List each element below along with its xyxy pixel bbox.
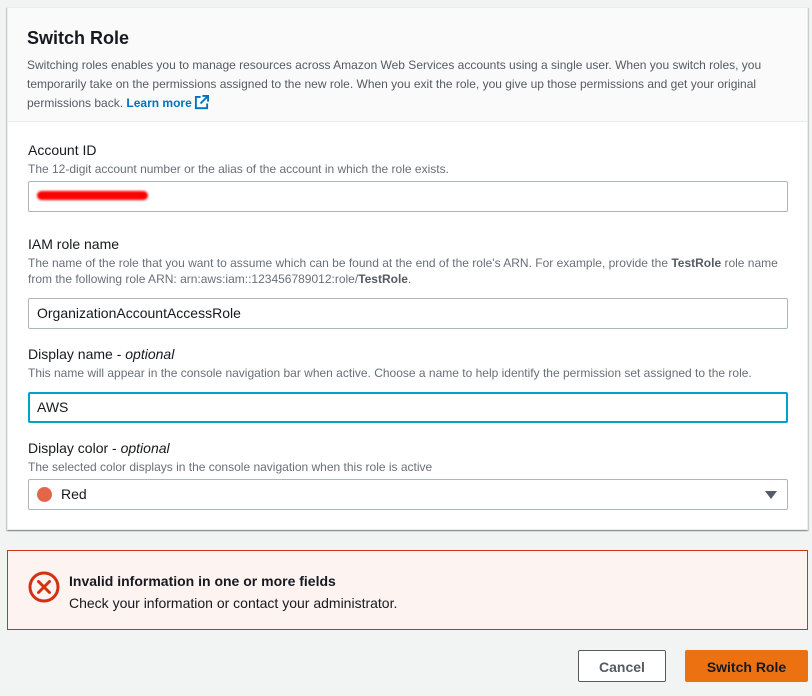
account-id-label: Account ID	[28, 142, 97, 158]
display-color-hint: The selected color displays in the conso…	[28, 460, 433, 474]
page-description: Switching roles enables you to manage re…	[27, 56, 787, 116]
caret-down-icon	[765, 491, 777, 499]
display-color-label: Display color - optional	[28, 439, 788, 457]
role-name-field: IAM role name The name of the role that …	[28, 235, 788, 329]
optional-tag: optional	[125, 346, 175, 362]
display-color-select[interactable]: Red	[28, 479, 788, 510]
display-name-field: Display name - optional This name will a…	[28, 345, 788, 423]
learn-more-label: Learn more	[126, 96, 192, 110]
error-alert: Invalid information in one or more field…	[7, 550, 808, 630]
page-title: Switch Role	[27, 28, 130, 48]
panel-header: Switch Role Switching roles enables you …	[8, 8, 807, 122]
role-name-label: IAM role name	[28, 236, 120, 252]
display-name-hint: This name will appear in the console nav…	[28, 366, 752, 380]
role-name-input[interactable]: OrganizationAccountAccessRole	[28, 298, 788, 329]
role-name-hint: The name of the role that you want to as…	[28, 255, 788, 287]
role-name-hint-example: TestRole	[671, 256, 722, 270]
cancel-button[interactable]: Cancel	[578, 650, 666, 682]
account-id-hint: The 12-digit account number or the alias…	[28, 162, 449, 176]
switch-role-panel: Switch Role Switching roles enables you …	[7, 7, 808, 530]
color-swatch	[37, 487, 52, 502]
display-color-label-text: Display color -	[28, 440, 121, 456]
redaction-mark	[37, 191, 148, 200]
display-color-value: Red	[61, 486, 87, 502]
display-name-label: Display name - optional	[28, 345, 788, 363]
display-name-input[interactable]: AWS	[28, 392, 788, 423]
role-name-hint-example: TestRole	[358, 272, 408, 286]
external-link-icon	[194, 95, 209, 116]
role-name-hint-text: .	[407, 272, 412, 286]
error-message: Check your information or contact your a…	[69, 595, 398, 611]
error-x-icon	[28, 571, 60, 608]
display-color-field: Display color - optional The selected co…	[28, 439, 788, 510]
display-name-label-text: Display name -	[28, 346, 126, 362]
switch-role-button[interactable]: Switch Role	[685, 650, 808, 682]
optional-tag: optional	[120, 440, 170, 456]
learn-more-link[interactable]: Learn more	[126, 95, 209, 110]
role-name-hint-text: The name of the role that you want to as…	[28, 256, 672, 270]
account-id-field: Account ID The 12-digit account number o…	[28, 141, 788, 212]
error-title: Invalid information in one or more field…	[69, 573, 336, 589]
account-id-input[interactable]	[28, 181, 788, 212]
